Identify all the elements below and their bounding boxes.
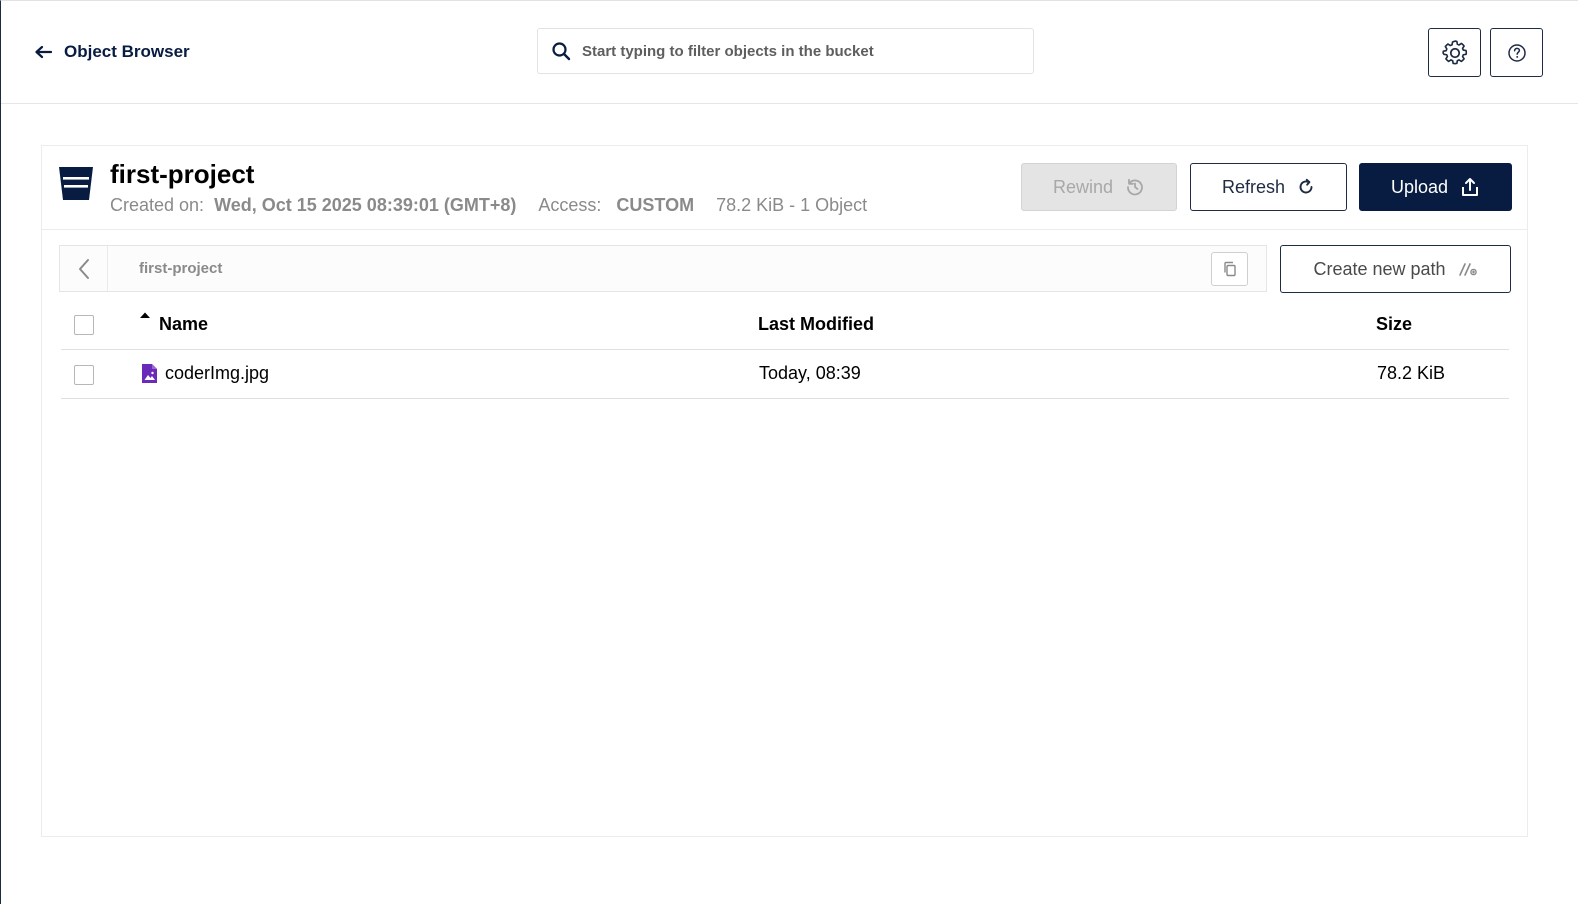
table-header: Name Last Modified Size: [61, 303, 1509, 350]
search-input[interactable]: [582, 36, 1002, 66]
back-link-label: Object Browser: [64, 42, 190, 61]
access-label: Access:: [538, 195, 602, 215]
create-path-label: Create new path: [1313, 258, 1446, 279]
file-size: 78.2 KiB: [1377, 363, 1446, 383]
sort-ascending-icon: [140, 312, 150, 318]
column-name-label: Name: [159, 314, 209, 334]
bucket-name: first-project: [110, 159, 255, 189]
bucket-header: first-project Created on: Wed, Oct 15 20…: [42, 146, 1527, 230]
refresh-icon: [1299, 178, 1313, 194]
settings-button[interactable]: [1428, 28, 1481, 77]
upload-icon: [1462, 178, 1479, 196]
chevron-left-icon: [78, 258, 89, 279]
rewind-label: Rewind: [1052, 176, 1114, 197]
search-box[interactable]: [537, 28, 1034, 74]
upload-label: Upload: [1390, 176, 1449, 197]
bucket-meta: Created on: Wed, Oct 15 2025 08:39:01 (G…: [110, 195, 867, 216]
help-button[interactable]: [1490, 28, 1543, 77]
copy-path-button[interactable]: [1211, 252, 1248, 286]
created-value: Wed, Oct 15 2025 08:39:01 (GMT+8): [214, 195, 517, 215]
top-header: Object Browser: [1, 1, 1578, 104]
table-row[interactable]: coderImg.jpg Today, 08:39 78.2 KiB: [61, 350, 1509, 399]
rewind-button[interactable]: Rewind: [1021, 163, 1177, 211]
file-name: coderImg.jpg: [165, 363, 270, 383]
access-value: CUSTOM: [616, 195, 695, 215]
file-last-modified: Today, 08:39: [759, 363, 861, 383]
copy-icon: [1223, 261, 1236, 277]
refresh-label: Refresh: [1221, 176, 1286, 197]
image-file-icon: [142, 364, 157, 383]
upload-button[interactable]: Upload: [1359, 163, 1512, 211]
help-circle-icon: [1507, 43, 1526, 62]
refresh-button[interactable]: Refresh: [1190, 163, 1347, 211]
breadcrumb-path[interactable]: first-project: [139, 260, 222, 277]
search-icon: [540, 28, 582, 74]
file-name-cell: coderImg.jpg: [141, 363, 269, 384]
bucket-panel: first-project Created on: Wed, Oct 15 20…: [41, 145, 1528, 837]
new-path-icon: [1458, 263, 1477, 276]
bucket-summary: 78.2 KiB - 1 Object: [716, 195, 868, 215]
path-bar: first-project: [59, 245, 1267, 292]
back-to-object-browser-link[interactable]: Object Browser: [34, 41, 190, 63]
gear-icon: [1441, 39, 1467, 65]
rewind-history-icon: [1127, 178, 1143, 196]
bucket-icon: [59, 167, 93, 200]
select-all-checkbox[interactable]: [74, 315, 94, 335]
path-back-button[interactable]: [60, 246, 108, 291]
column-header-name[interactable]: Name: [139, 312, 209, 335]
created-label: Created on:: [110, 195, 205, 215]
row-checkbox[interactable]: [74, 365, 94, 385]
column-header-size[interactable]: Size: [1376, 314, 1412, 335]
arrow-left-icon: [35, 45, 52, 59]
create-new-path-button[interactable]: Create new path: [1280, 245, 1511, 293]
column-header-last-modified[interactable]: Last Modified: [758, 314, 874, 335]
